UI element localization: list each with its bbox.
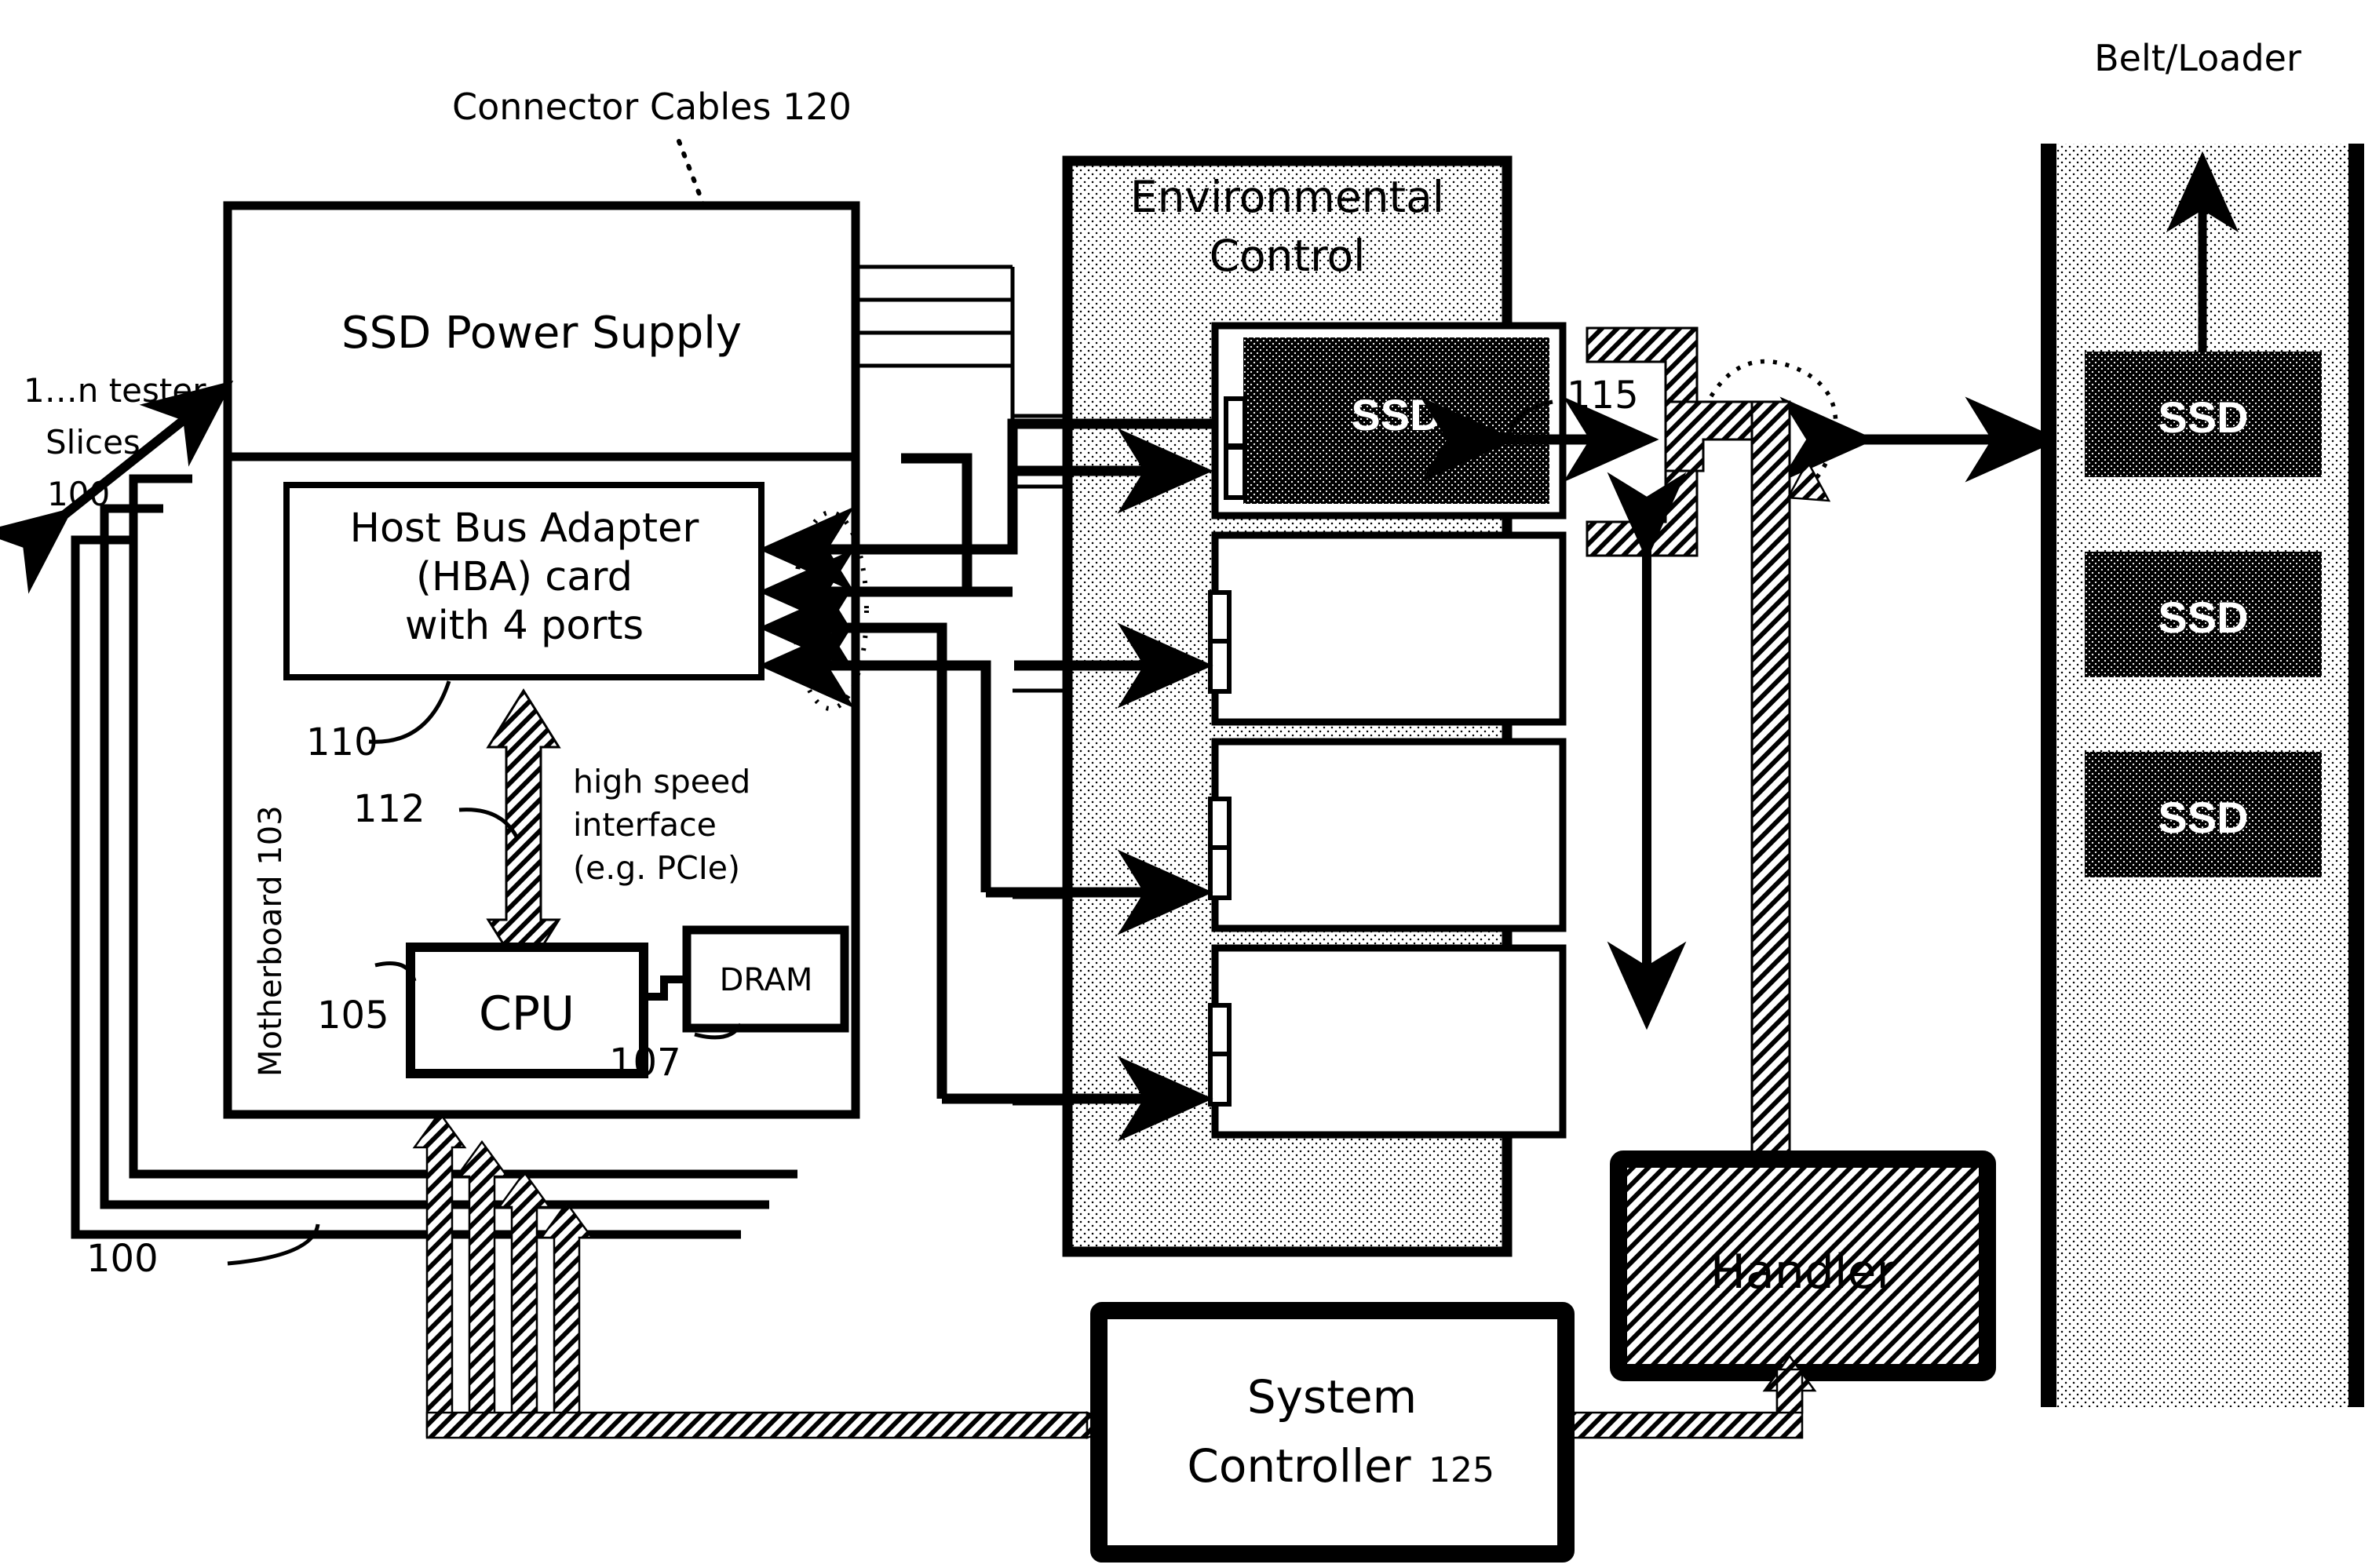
belt-rail-right: [2348, 144, 2364, 1407]
cpu-label: CPU: [479, 986, 575, 1041]
belt-ssd-2-label: SSD: [2158, 593, 2248, 642]
hba-label-line1: Host Bus Adapter: [350, 505, 699, 552]
tester-slices-line1: 1…n tester: [24, 371, 206, 410]
dram-label: DRAM: [720, 962, 813, 998]
hba-label-line3: with 4 ports: [405, 603, 644, 649]
system-controller-ref-label: 125: [1429, 1450, 1494, 1490]
interface-label-line2: interface: [573, 806, 717, 844]
controller-bus-left: [425, 1411, 1089, 1439]
env-ssd-label: SSD: [1351, 390, 1441, 439]
interface-label-line1: high speed: [573, 763, 750, 800]
handler-label: Handler: [1710, 1245, 1896, 1300]
env-slot-2-connector-lower: [1208, 639, 1232, 694]
belt-ssd-1: SSD: [2085, 352, 2322, 477]
dram-ref-label: 107: [609, 1041, 681, 1085]
ssd-power-supply-label: SSD Power Supply: [341, 308, 742, 359]
env-control-label-line2: Control: [1210, 231, 1366, 281]
belt-ssd-1-label: SSD: [2158, 392, 2248, 442]
cpu-ref-label: 105: [317, 994, 389, 1037]
env-slot-4: [1208, 944, 1567, 1139]
tester-slices-line2: Slices: [46, 423, 140, 461]
env-control-label-line1: Environmental: [1130, 172, 1444, 222]
system-controller-label-line1: System: [1247, 1370, 1417, 1424]
handler-column: [1750, 400, 1791, 1155]
env-ssd-ref-label: 115: [1567, 374, 1639, 418]
handler-box: Handler: [1610, 1150, 1996, 1381]
system-controller-label-line2: Controller: [1187, 1439, 1410, 1493]
hba-ref-label: 110: [306, 720, 378, 764]
belt-rail-left: [2041, 144, 2056, 1407]
belt-loader: Belt/Loader SSD SSD SSD: [2041, 37, 2364, 1407]
env-slot-2-connector-upper: [1208, 590, 1232, 644]
env-slot-1: SSD: [1211, 322, 1567, 520]
belt-ssd-2: SSD: [2085, 552, 2322, 677]
slices-ref-label: 100: [86, 1237, 159, 1281]
motherboard-label: Motherboard 103: [253, 805, 289, 1077]
env-slot-1-connector-upper: [1224, 396, 1247, 448]
system-controller-box: System Controller 125: [1090, 1302, 1575, 1563]
connector-cables-label: Connector Cables 120: [452, 86, 852, 128]
env-slot-3: [1208, 738, 1567, 932]
env-slot-4-connector-lower: [1208, 1052, 1232, 1107]
interface-label-line3: (e.g. PCIe): [573, 849, 740, 887]
belt-ssd-3: SSD: [2085, 752, 2322, 877]
environmental-control-box: Environmental Control SSD: [1062, 155, 1567, 1257]
env-slot-2: [1208, 531, 1567, 726]
ssd-power-supply-box: SSD Power Supply: [223, 201, 860, 461]
env-slot-3-connector-lower: [1208, 845, 1232, 900]
belt-ssd-3-label: SSD: [2158, 793, 2248, 842]
diagram-canvas: Connector Cables 120 SSD Power Supply Mo…: [0, 0, 2372, 1568]
env-slot-1-connector-lower: [1224, 445, 1247, 500]
hba-label-line2: (HBA) card: [416, 554, 633, 600]
env-slot-4-connector-upper: [1208, 1003, 1232, 1056]
env-slot-3-connector-upper: [1208, 797, 1232, 850]
belt-loader-label: Belt/Loader: [2094, 37, 2301, 79]
interface-ref-label: 112: [353, 787, 425, 831]
